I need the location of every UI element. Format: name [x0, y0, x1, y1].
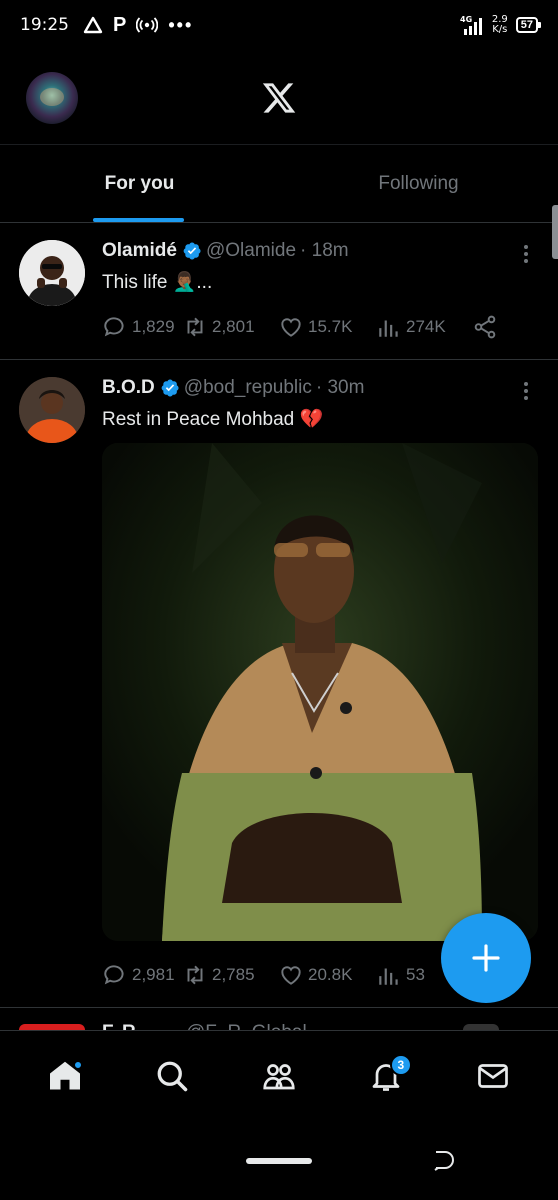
post-media-image[interactable]: [102, 443, 538, 941]
status-left-icons: P •••: [83, 14, 193, 37]
communities-icon: [263, 1063, 295, 1089]
post-actions: 1,829 2,801 15.7K 274K: [102, 312, 522, 342]
repost-count: 2,785: [212, 965, 255, 984]
timeline-tabs: For you Following: [0, 144, 558, 223]
nav-messages[interactable]: [463, 1046, 523, 1106]
tab-for-you-label: For you: [104, 172, 175, 194]
bottom-navigation: 3: [0, 1030, 558, 1120]
tab-following[interactable]: Following: [279, 145, 558, 222]
display-name[interactable]: Olamidé: [102, 240, 177, 262]
like-button[interactable]: 15.7K: [278, 314, 376, 340]
compose-post-button[interactable]: [441, 913, 531, 1003]
x-logo-icon[interactable]: [261, 80, 297, 116]
system-navigation-bar: [0, 1120, 558, 1200]
triangle-app-icon: [83, 16, 103, 34]
views-chart-icon: [379, 968, 398, 985]
share-icon: [474, 315, 496, 339]
svg-text:4G: 4G: [460, 15, 472, 24]
username[interactable]: @F_R_Global: [186, 1022, 307, 1030]
hotspot-icon: [136, 17, 159, 33]
back-gesture-icon[interactable]: [430, 1148, 456, 1174]
mail-icon: [477, 1063, 508, 1088]
verified-badge-icon: [183, 242, 201, 260]
more-notifications-icon: •••: [168, 14, 194, 35]
active-tab-indicator: [93, 218, 184, 222]
profile-avatar-button[interactable]: [26, 72, 78, 124]
search-icon: [157, 1061, 188, 1091]
bod-avatar-image: [19, 377, 85, 443]
repost-button[interactable]: 2,785: [182, 962, 278, 988]
tab-following-label: Following: [378, 172, 459, 194]
post-time: · 18m: [300, 240, 349, 261]
avatar[interactable]: [19, 377, 85, 443]
speed-unit: K/s: [492, 24, 508, 35]
username[interactable]: @bod_republic: [184, 377, 312, 399]
display-name[interactable]: F. R: [102, 1022, 136, 1030]
nav-communities[interactable]: [249, 1046, 309, 1106]
repost-icon: [187, 317, 203, 337]
top-header: [0, 50, 558, 144]
home-unread-dot: [73, 1059, 84, 1070]
status-bar: 19:25 P ••• 4G 2.9 K/s 57: [0, 0, 558, 50]
reply-button[interactable]: 2,981: [102, 962, 182, 988]
verified-badge-icon: [161, 379, 179, 397]
network-speed: 2.9 K/s: [492, 15, 508, 35]
nav-notifications[interactable]: 3: [356, 1046, 416, 1106]
post-header: Olamidé @Olamide · 18m: [102, 240, 349, 262]
more-options-icon[interactable]: [520, 380, 532, 402]
reply-icon: [104, 965, 124, 985]
repost-button[interactable]: 2,801: [182, 314, 278, 340]
username[interactable]: @Olamide: [206, 240, 296, 262]
status-right: 4G 2.9 K/s 57: [460, 14, 542, 36]
reply-button[interactable]: 1,829: [102, 314, 182, 340]
battery-indicator: 57: [515, 17, 542, 33]
tab-for-you[interactable]: For you: [0, 145, 279, 222]
signal-icon: 4G: [460, 15, 482, 35]
olamide-avatar-image: [19, 240, 85, 306]
views-count: 274K: [406, 317, 446, 336]
like-count: 15.7K: [308, 317, 353, 336]
like-count: 20.8K: [308, 965, 353, 984]
nav-search[interactable]: [142, 1046, 202, 1106]
reply-icon: [104, 317, 124, 337]
status-time: 19:25: [20, 15, 69, 35]
post-header: B.O.D @bod_republic · 30m: [102, 377, 364, 399]
notifications-badge: 3: [389, 1053, 412, 1076]
repost-count: 2,801: [212, 317, 255, 336]
more-options-icon[interactable]: [520, 243, 532, 265]
reply-count: 1,829: [132, 317, 175, 336]
avatar[interactable]: [19, 240, 85, 306]
nav-home[interactable]: [35, 1046, 95, 1106]
post-text: Rest in Peace Mohbad 💔: [102, 409, 324, 430]
post-olamide[interactable]: Olamidé @Olamide · 18m This life 🤦🏾‍♂️..…: [0, 223, 558, 360]
next-post-peek[interactable]: F. R @F_R_Global: [0, 1008, 558, 1030]
reply-count: 2,981: [132, 965, 175, 984]
display-name[interactable]: B.O.D: [102, 377, 155, 399]
views-count: 53: [406, 965, 425, 984]
heart-icon: [281, 966, 301, 985]
home-gesture-pill[interactable]: [246, 1158, 312, 1164]
repost-icon: [187, 965, 203, 985]
portrait-photo: [102, 443, 538, 941]
like-button[interactable]: 20.8K: [278, 962, 376, 988]
post-time: · 30m: [315, 377, 365, 398]
post-text: This life 🤦🏾‍♂️...: [102, 272, 213, 293]
heart-icon: [281, 318, 301, 337]
views-button[interactable]: 274K: [376, 314, 472, 340]
views-chart-icon: [379, 320, 398, 337]
plus-icon: [472, 944, 500, 972]
p-app-icon: P: [113, 13, 127, 36]
share-button[interactable]: [472, 314, 498, 340]
